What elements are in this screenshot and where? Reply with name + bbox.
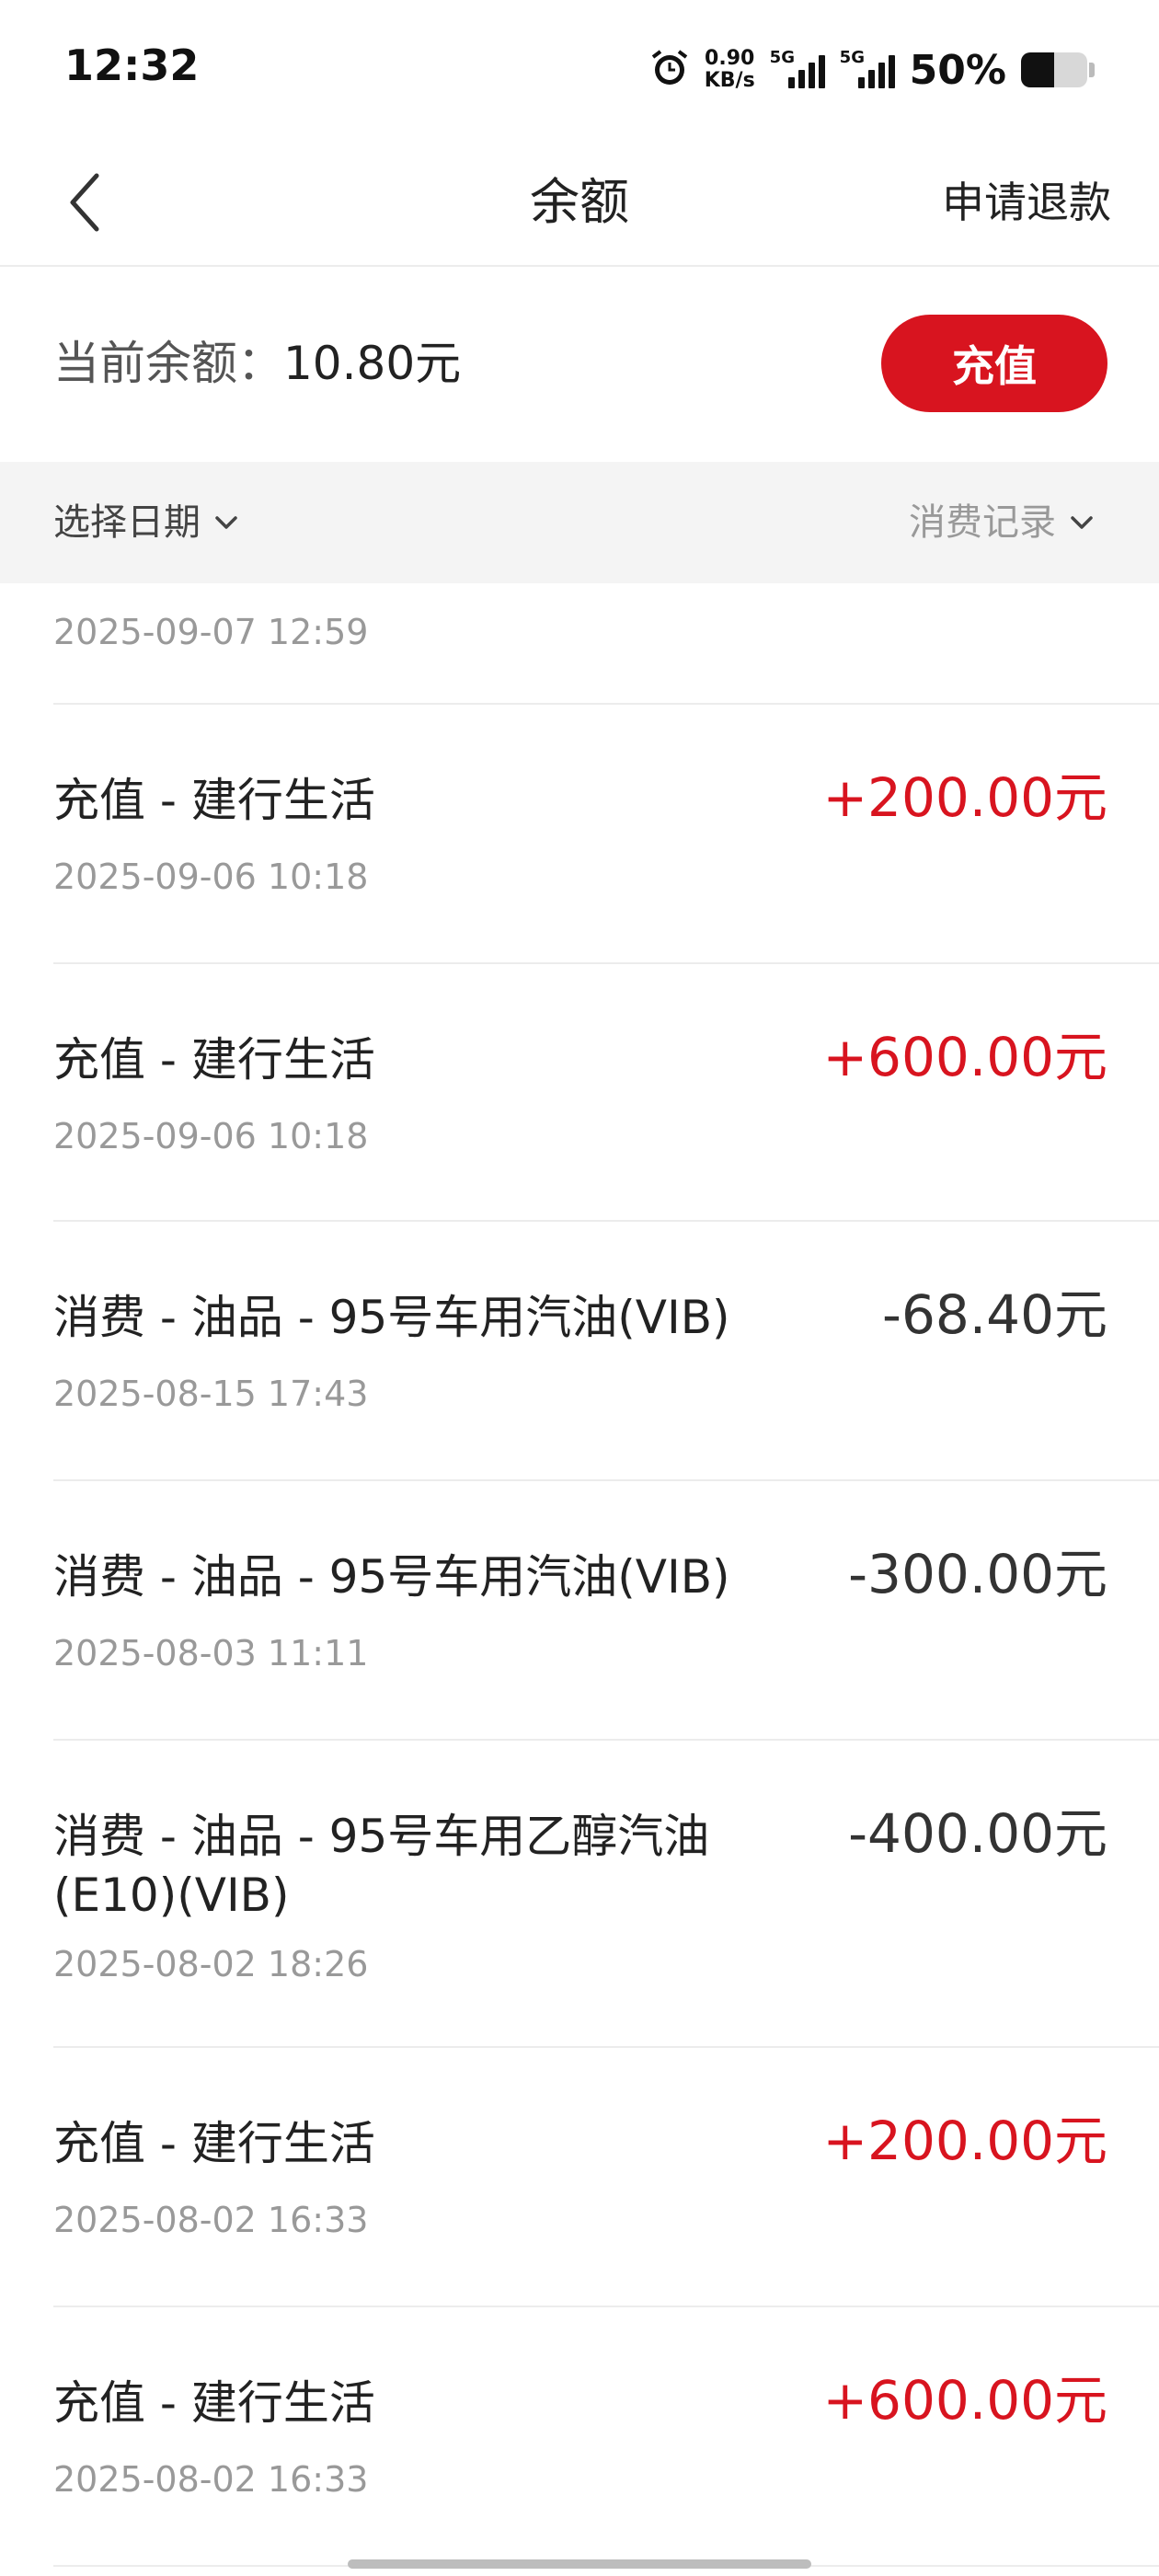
record-title: 充值 - 建行生活 <box>53 1033 375 1087</box>
balance-display: 当前余额：10.80元 <box>53 331 461 396</box>
list-item[interactable]: 充值 - 建行生活 +200.00元 2025-09-06 10:18 <box>53 705 1159 964</box>
record-title: 消费 - 油品 - 95号车用乙醇汽油(E10)(VIB) <box>53 1810 710 1922</box>
battery-percent: 50% <box>909 46 1006 94</box>
balance-label: 当前余额： <box>53 337 283 390</box>
record-title: 消费 - 油品 - 95号车用汽油(VIB) <box>53 1550 730 1604</box>
net-speed-unit: KB/s <box>704 69 755 92</box>
record-title: 充值 - 建行生活 <box>53 2117 375 2170</box>
record-time: 2025-08-02 16:33 <box>53 2200 369 2240</box>
record-time: 2025-08-15 17:43 <box>53 1374 369 1414</box>
net-speed-value: 0.90 <box>705 47 755 70</box>
record-amount: +200.00元 <box>822 766 1107 829</box>
signal-icon: 5G <box>840 48 895 92</box>
list-item[interactable]: 消费 - 油品 - 95号车用乙醇汽油(E10)(VIB) -400.00元 2… <box>53 1741 1159 2048</box>
refund-request-button[interactable]: 申请退款 <box>942 166 1111 239</box>
record-amount: -68.40元 <box>882 1283 1107 1346</box>
status-icons: 0.90 KB/s 5G 5G 50% <box>649 42 1095 98</box>
record-time: 2025-08-02 16:33 <box>53 2459 369 2500</box>
record-list: 2025-09-07 12:59 充值 - 建行生活 +200.00元 2025… <box>0 583 1159 2567</box>
list-item[interactable]: 消费 - 油品 - 95号车用汽油(VIB) -300.00元 2025-08-… <box>53 1481 1159 1741</box>
chevron-down-icon <box>1071 516 1093 529</box>
record-amount: +200.00元 <box>822 2110 1107 2172</box>
record-time: 2025-09-07 12:59 <box>53 612 369 652</box>
record-amount: +600.00元 <box>822 2369 1107 2432</box>
balance-value: 10.80元 <box>283 337 462 390</box>
battery-icon <box>1021 52 1087 87</box>
status-time: 12:32 <box>64 40 200 90</box>
list-item[interactable]: 消费 - 油品 - 95号车用汽油(VIB) -68.40元 2025-08-1… <box>53 1222 1159 1481</box>
status-bar: 12:32 0.90 KB/s 5G 5G 50% <box>0 0 1159 138</box>
list-item[interactable]: 充值 - 建行生活 +200.00元 2025-08-02 16:33 <box>53 2048 1159 2307</box>
list-item[interactable]: 充值 - 建行生活 +600.00元 2025-09-06 10:18 <box>53 964 1159 1222</box>
date-filter-dropdown[interactable]: 选择日期 <box>53 499 239 546</box>
record-title: 充值 - 建行生活 <box>53 774 375 827</box>
signal-icon: 5G <box>770 48 825 92</box>
date-filter-label: 选择日期 <box>53 501 201 544</box>
record-type-dropdown[interactable]: 消费记录 <box>909 499 1095 546</box>
balance-section: 当前余额：10.80元 充值 <box>0 269 1159 462</box>
record-time: 2025-09-06 10:18 <box>53 1116 369 1156</box>
list-item[interactable]: 2025-09-07 12:59 <box>53 583 1159 705</box>
record-title: 消费 - 油品 - 95号车用汽油(VIB) <box>53 1291 730 1344</box>
record-type-label: 消费记录 <box>909 501 1056 544</box>
record-title: 充值 - 建行生活 <box>53 2376 375 2430</box>
record-time: 2025-08-02 18:26 <box>53 1944 369 1984</box>
record-amount: -400.00元 <box>848 1802 1107 1865</box>
record-amount: +600.00元 <box>822 1026 1107 1088</box>
alarm-icon <box>649 48 690 92</box>
list-item[interactable]: 充值 - 建行生活 +600.00元 2025-08-02 16:33 <box>53 2307 1159 2567</box>
record-amount: -300.00元 <box>848 1543 1107 1605</box>
nav-bar: 余额 申请退款 <box>0 138 1159 267</box>
net-speed: 0.90 KB/s <box>705 48 755 92</box>
record-time: 2025-08-03 11:11 <box>53 1633 369 1673</box>
home-indicator[interactable] <box>348 2559 811 2569</box>
battery-tip <box>1089 63 1095 77</box>
filter-bar: 选择日期 消费记录 <box>0 462 1159 583</box>
record-time: 2025-09-06 10:18 <box>53 857 369 897</box>
recharge-button[interactable]: 充值 <box>881 315 1107 412</box>
chevron-down-icon <box>215 516 237 529</box>
